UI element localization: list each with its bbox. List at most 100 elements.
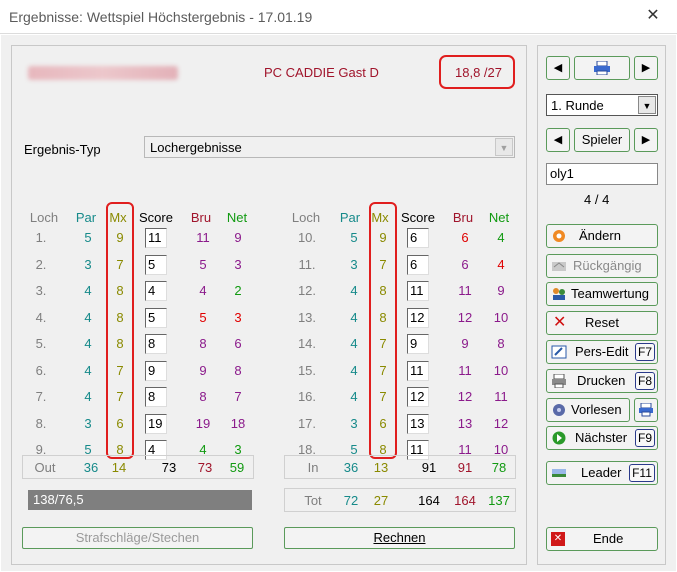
pers-edit-button[interactable]: Pers-Edit F7 <box>546 340 658 364</box>
handicap-value: 18,8 /27 <box>455 65 502 80</box>
hole-netto: 9 <box>497 283 505 298</box>
score-input[interactable]: 5 <box>145 307 167 328</box>
f7-key: F7 <box>635 343 655 361</box>
hole-number: 8. <box>35 415 47 431</box>
score-input[interactable]: 13 <box>407 413 429 434</box>
score-input[interactable]: 8 <box>145 387 167 407</box>
printer-icon <box>594 60 610 76</box>
hole-mx: 7 <box>379 362 387 378</box>
print-round-button[interactable] <box>574 56 630 80</box>
col-par-back: Par <box>339 210 361 225</box>
score-input[interactable]: 4 <box>145 281 167 301</box>
col-score: Score <box>139 210 173 225</box>
chevron-down-icon[interactable]: ▼ <box>638 96 656 114</box>
aendern-label: Ändern <box>579 228 621 243</box>
tot-score: 164 <box>418 493 440 508</box>
result-type-combo[interactable]: Lochergebnisse ▼ <box>144 136 515 158</box>
out-score: 73 <box>161 460 177 475</box>
vorlesen-button[interactable]: Vorlesen <box>546 398 630 422</box>
in-label: In <box>307 460 319 475</box>
hole-netto: 18 <box>230 415 246 431</box>
hole-par: 3 <box>84 415 92 431</box>
hole-mx: 7 <box>116 389 124 404</box>
score-input[interactable]: 11 <box>407 281 429 301</box>
hole-par: 4 <box>84 362 92 378</box>
hole-brutto: 13 <box>457 415 473 431</box>
hole-number: 2. <box>35 256 47 272</box>
naechster-label: Nächster <box>575 430 628 445</box>
printer-icon <box>552 374 566 388</box>
player-counter: 4 / 4 <box>584 192 610 207</box>
score-input[interactable]: 9 <box>407 334 429 354</box>
col-net-back: Net <box>488 210 510 225</box>
results-panel: PC CADDIE Gast D 18,8 /27 Ergebnis-Typ L… <box>11 45 527 565</box>
hole-mx: 6 <box>116 415 124 431</box>
in-net: 78 <box>491 460 507 475</box>
hole-number: 12. <box>297 283 317 298</box>
hole-number: 5. <box>35 336 47 351</box>
col-bru-back: Bru <box>452 210 474 225</box>
score-input[interactable]: 6 <box>407 228 429 248</box>
hole-number: 6. <box>35 362 47 378</box>
leader-button[interactable]: Leader F11 <box>546 461 658 485</box>
hole-number: 17. <box>297 415 317 431</box>
hole-brutto: 19 <box>195 415 211 431</box>
naechster-button[interactable]: Nächster F9 <box>546 426 658 450</box>
hole-par: 4 <box>84 336 92 351</box>
tot-mx: 27 <box>373 493 389 508</box>
close-icon[interactable]: ✕ <box>643 6 663 26</box>
reset-label: Reset <box>585 315 619 330</box>
in-par: 36 <box>343 460 359 475</box>
score-input[interactable]: 12 <box>407 387 429 407</box>
out-mx: 14 <box>111 460 127 475</box>
hole-number: 3. <box>35 283 47 298</box>
chevron-down-icon[interactable]: ▼ <box>495 138 513 156</box>
reset-button[interactable]: ✕ Reset <box>546 311 658 335</box>
rueckgaengig-button[interactable]: Rückgängig <box>546 254 658 278</box>
drucken-button[interactable]: Drucken F8 <box>546 369 658 393</box>
score-input[interactable]: 8 <box>145 334 167 354</box>
hole-brutto: 8 <box>199 336 207 351</box>
title-bar: Ergebnisse: Wettspiel Höchstergebnis - 1… <box>0 0 677 34</box>
hole-netto: 9 <box>234 230 242 245</box>
score-input[interactable]: 9 <box>145 360 167 381</box>
score-input[interactable]: 12 <box>407 307 429 328</box>
result-type-label: Ergebnis-Typ <box>24 142 101 157</box>
hole-brutto: 11 <box>196 230 210 245</box>
prev-round-button[interactable]: ◀ <box>546 56 570 80</box>
score-input[interactable]: 5 <box>145 254 167 275</box>
vorlesen-print-button[interactable] <box>634 398 658 422</box>
hole-par: 5 <box>84 230 92 245</box>
ende-button[interactable]: ✕ Ende <box>546 527 658 551</box>
hole-number: 14. <box>297 336 317 351</box>
in-score: 91 <box>421 460 437 475</box>
prev-player-button[interactable]: ◀ <box>546 128 570 152</box>
hole-brutto: 9 <box>199 362 207 378</box>
next-player-button[interactable]: ▶ <box>634 128 658 152</box>
tot-bru: 164 <box>454 493 476 508</box>
rechnen-button[interactable]: Rechnen <box>284 527 515 549</box>
hole-par: 3 <box>350 415 358 431</box>
teamwertung-button[interactable]: Teamwertung <box>546 282 658 306</box>
rueckgaengig-label: Rückgängig <box>573 258 642 273</box>
hole-netto: 4 <box>497 256 505 272</box>
aendern-button[interactable]: Ändern <box>546 224 658 248</box>
hole-brutto: 5 <box>199 309 207 325</box>
round-select[interactable]: 1. Runde ▼ <box>546 94 658 116</box>
strafschlaege-button[interactable]: Strafschläge/Stechen <box>22 527 253 549</box>
leaderboard-icon <box>552 469 566 477</box>
score-input[interactable]: 6 <box>407 254 429 275</box>
spieler-button[interactable]: Spieler <box>574 128 630 152</box>
player-field[interactable]: oly1 <box>546 163 658 185</box>
in-bru: 91 <box>457 460 473 475</box>
hole-mx: 6 <box>379 415 387 431</box>
hole-par: 4 <box>350 309 358 325</box>
next-round-button[interactable]: ▶ <box>634 56 658 80</box>
score-input[interactable]: 19 <box>145 413 167 434</box>
pers-edit-label: Pers-Edit <box>575 344 629 359</box>
score-input[interactable]: 11 <box>145 228 167 248</box>
dialog-body: PC CADDIE Gast D 18,8 /27 Ergebnis-Typ L… <box>1 35 676 571</box>
score-input[interactable]: 11 <box>407 360 429 381</box>
hole-mx: 7 <box>116 362 124 378</box>
hole-netto: 2 <box>234 283 242 298</box>
